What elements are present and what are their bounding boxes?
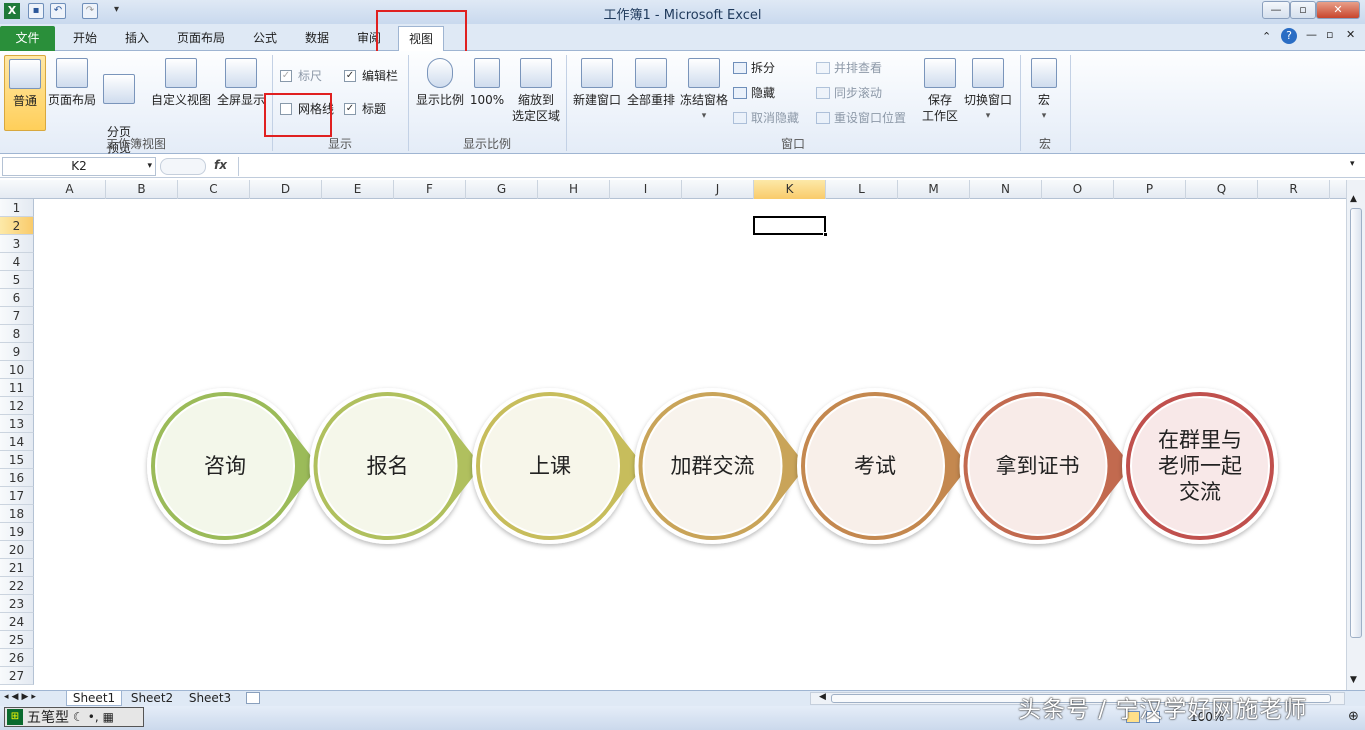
flow-step-label: 加群交流: [670, 454, 755, 478]
sheet-tab-1[interactable]: Sheet1: [66, 691, 122, 706]
scroll-down-icon[interactable]: ▼: [1350, 675, 1357, 685]
flow-step-label: 上课: [529, 454, 571, 478]
sheet-nav-arrows-icon[interactable]: ◂◀▶▸: [4, 692, 39, 702]
ime-toolbar[interactable]: ⊞ 五笔型 ☾ •, ▦: [4, 707, 144, 727]
watermark: 头条号 / 宁汉学好网施老师: [1018, 697, 1308, 723]
flow-step-label: 拿到证书: [995, 454, 1080, 478]
ime-mode: 五笔型: [27, 710, 69, 726]
zoom-in-icon[interactable]: ⊕: [1348, 709, 1359, 724]
scroll-left-icon[interactable]: ◀: [819, 692, 826, 702]
ime-logo-icon: ⊞: [7, 709, 23, 725]
sheet-tab-2[interactable]: Sheet2: [124, 691, 180, 706]
flow-step-label: 在群里与老师一起交流: [1158, 428, 1242, 504]
flow-step-label: 考试: [854, 454, 896, 478]
punct-icon: •,: [87, 710, 99, 724]
scroll-thumb[interactable]: [1350, 208, 1362, 638]
flow-step-label: 报名: [366, 454, 409, 478]
moon-icon: ☾: [73, 710, 84, 724]
insert-sheet-icon[interactable]: [246, 692, 260, 704]
vertical-scrollbar[interactable]: ▲ ▼: [1346, 180, 1365, 690]
keyboard-icon: ▦: [102, 710, 115, 724]
sheet-tab-3[interactable]: Sheet3: [182, 691, 238, 706]
flow-step-label: 咨询: [204, 454, 246, 478]
scroll-up-icon[interactable]: ▲: [1350, 194, 1357, 204]
flow-diagram: 咨询 报名 上课 加群交流 考试 拿到证书 在群里与老师一起交流: [147, 388, 1278, 544]
